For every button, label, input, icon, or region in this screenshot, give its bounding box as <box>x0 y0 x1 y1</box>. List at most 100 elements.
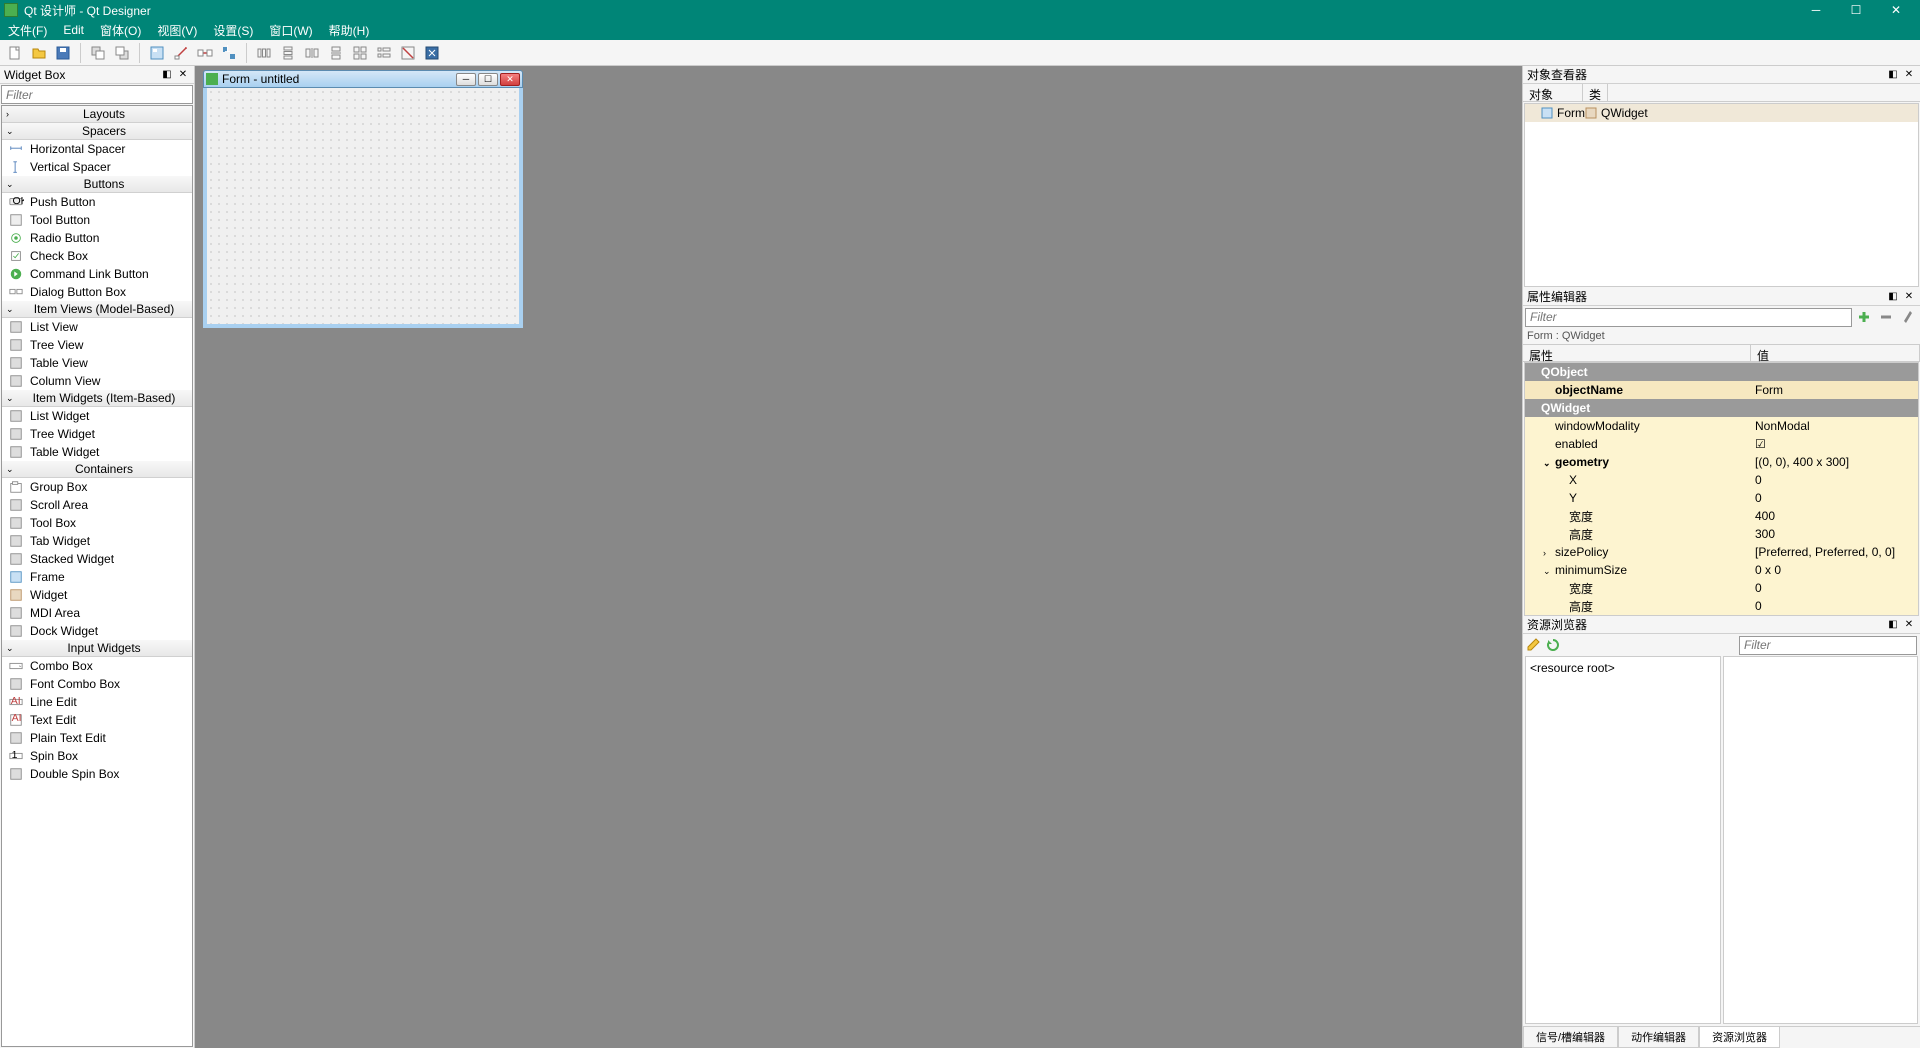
widget-tree-view[interactable]: Tree View <box>2 336 192 354</box>
widget-spin-box[interactable]: 1Spin Box <box>2 747 192 765</box>
property-row[interactable]: 高度300 <box>1525 525 1918 543</box>
widget-check-box[interactable]: Check Box <box>2 247 192 265</box>
adjust-size-button[interactable] <box>421 42 443 64</box>
property-col-value[interactable]: 值 <box>1751 344 1920 362</box>
widget-frame[interactable]: Frame <box>2 568 192 586</box>
category-input-widgets[interactable]: ⌄Input Widgets <box>2 640 192 657</box>
category-buttons[interactable]: ⌄Buttons <box>2 176 192 193</box>
dock-close-button[interactable]: ✕ <box>1902 618 1916 632</box>
dock-close-button[interactable]: ✕ <box>176 68 190 82</box>
widget-stacked-widget[interactable]: Stacked Widget <box>2 550 192 568</box>
category-item-views-model-based-[interactable]: ⌄Item Views (Model-Based) <box>2 301 192 318</box>
widget-text-edit[interactable]: AIText Edit <box>2 711 192 729</box>
dock-float-button[interactable]: ◧ <box>1886 290 1900 304</box>
form-canvas[interactable] <box>203 88 523 328</box>
edit-tab-order-button[interactable]: 1 <box>218 42 240 64</box>
edit-widgets-button[interactable] <box>146 42 168 64</box>
layout-vsplitter-button[interactable] <box>325 42 347 64</box>
category-item-widgets-item-based-[interactable]: ⌄Item Widgets (Item-Based) <box>2 390 192 407</box>
layout-horizontal-button[interactable] <box>253 42 275 64</box>
widget-push-button[interactable]: OKPush Button <box>2 193 192 211</box>
form-close-button[interactable]: ✕ <box>500 73 520 86</box>
property-row[interactable]: QObject <box>1525 363 1918 381</box>
object-col-object[interactable]: 对象 <box>1523 84 1583 101</box>
resource-preview[interactable] <box>1723 656 1918 1024</box>
menu-w[interactable]: 窗口(W) <box>261 20 320 40</box>
widget-tool-button[interactable]: Tool Button <box>2 211 192 229</box>
menu-f[interactable]: 文件(F) <box>0 20 55 40</box>
reload-button[interactable] <box>1545 637 1561 653</box>
widget-combo-box[interactable]: Combo Box <box>2 657 192 675</box>
tab-0[interactable]: 信号/槽编辑器 <box>1523 1027 1618 1048</box>
widget-line-edit[interactable]: AILine Edit <box>2 693 192 711</box>
menu-h[interactable]: 帮助(H) <box>321 20 378 40</box>
property-row[interactable]: ›sizePolicy[Preferred, Preferred, 0, 0] <box>1525 543 1918 561</box>
widget-command-link-button[interactable]: Command Link Button <box>2 265 192 283</box>
resource-tree[interactable]: <resource root> <box>1525 656 1721 1024</box>
widget-table-view[interactable]: Table View <box>2 354 192 372</box>
resource-filter[interactable] <box>1739 636 1917 655</box>
widget-radio-button[interactable]: Radio Button <box>2 229 192 247</box>
widget-table-widget[interactable]: Table Widget <box>2 443 192 461</box>
property-row[interactable]: Y0 <box>1525 489 1918 507</box>
break-layout-button[interactable] <box>397 42 419 64</box>
property-row[interactable]: X0 <box>1525 471 1918 489</box>
property-row[interactable]: ⌄geometry[(0, 0), 400 x 300] <box>1525 453 1918 471</box>
layout-grid-button[interactable] <box>349 42 371 64</box>
remove-property-button[interactable] <box>1876 307 1896 327</box>
widget-box-filter[interactable] <box>1 85 193 104</box>
form-minimize-button[interactable]: ─ <box>456 73 476 86</box>
object-row[interactable]: Form QWidget <box>1525 104 1918 122</box>
property-row[interactable]: objectNameForm <box>1525 381 1918 399</box>
bring-front-button[interactable] <box>111 42 133 64</box>
form-maximize-button[interactable]: ☐ <box>478 73 498 86</box>
object-tree[interactable]: Form QWidget <box>1524 103 1919 287</box>
widget-list-view[interactable]: List View <box>2 318 192 336</box>
widget-widget[interactable]: Widget <box>2 586 192 604</box>
property-row[interactable]: 宽度0 <box>1525 579 1918 597</box>
minimize-button[interactable]: ─ <box>1796 0 1836 20</box>
open-file-button[interactable] <box>28 42 50 64</box>
configure-button[interactable] <box>1898 307 1918 327</box>
widget-dock-widget[interactable]: Dock Widget <box>2 622 192 640</box>
send-back-button[interactable] <box>87 42 109 64</box>
widget-vertical-spacer[interactable]: Vertical Spacer <box>2 158 192 176</box>
menu-o[interactable]: 窗体(O) <box>92 20 149 40</box>
edit-resources-button[interactable] <box>1525 637 1541 653</box>
property-row[interactable]: windowModalityNonModal <box>1525 417 1918 435</box>
layout-form-button[interactable] <box>373 42 395 64</box>
property-row[interactable]: enabled☑ <box>1525 435 1918 453</box>
category-spacers[interactable]: ⌄Spacers <box>2 123 192 140</box>
property-row[interactable]: 宽度400 <box>1525 507 1918 525</box>
widget-tab-widget[interactable]: Tab Widget <box>2 532 192 550</box>
widget-scroll-area[interactable]: Scroll Area <box>2 496 192 514</box>
tab-1[interactable]: 动作编辑器 <box>1618 1027 1699 1048</box>
property-row[interactable]: 高度0 <box>1525 597 1918 615</box>
layout-vertical-button[interactable] <box>277 42 299 64</box>
close-button[interactable]: ✕ <box>1876 0 1916 20</box>
dock-close-button[interactable]: ✕ <box>1902 290 1916 304</box>
property-row[interactable]: QWidget <box>1525 399 1918 417</box>
widget-mdi-area[interactable]: MDI Area <box>2 604 192 622</box>
edit-buddies-button[interactable] <box>194 42 216 64</box>
menu-v[interactable]: 视图(V) <box>149 20 205 40</box>
property-filter[interactable] <box>1525 308 1852 327</box>
save-button[interactable] <box>52 42 74 64</box>
dock-float-button[interactable]: ◧ <box>160 68 174 82</box>
property-table[interactable]: QObjectobjectNameFormQWidgetwindowModali… <box>1524 362 1919 616</box>
property-row[interactable]: ⌄minimumSize0 x 0 <box>1525 561 1918 579</box>
maximize-button[interactable]: ☐ <box>1836 0 1876 20</box>
edit-signals-button[interactable] <box>170 42 192 64</box>
menu-s[interactable]: 设置(S) <box>205 20 261 40</box>
widget-font-combo-box[interactable]: Font Combo Box <box>2 675 192 693</box>
widget-column-view[interactable]: Column View <box>2 372 192 390</box>
widget-box-tree[interactable]: ›Layouts⌄SpacersHorizontal SpacerVertica… <box>1 105 193 1047</box>
widget-tree-widget[interactable]: Tree Widget <box>2 425 192 443</box>
widget-horizontal-spacer[interactable]: Horizontal Spacer <box>2 140 192 158</box>
widget-group-box[interactable]: Group Box <box>2 478 192 496</box>
form-window[interactable]: Form - untitled ─ ☐ ✕ <box>203 70 523 328</box>
dock-float-button[interactable]: ◧ <box>1886 618 1900 632</box>
object-col-class[interactable]: 类 <box>1583 84 1608 101</box>
tab-2[interactable]: 资源浏览器 <box>1699 1027 1780 1048</box>
category-layouts[interactable]: ›Layouts <box>2 106 192 123</box>
